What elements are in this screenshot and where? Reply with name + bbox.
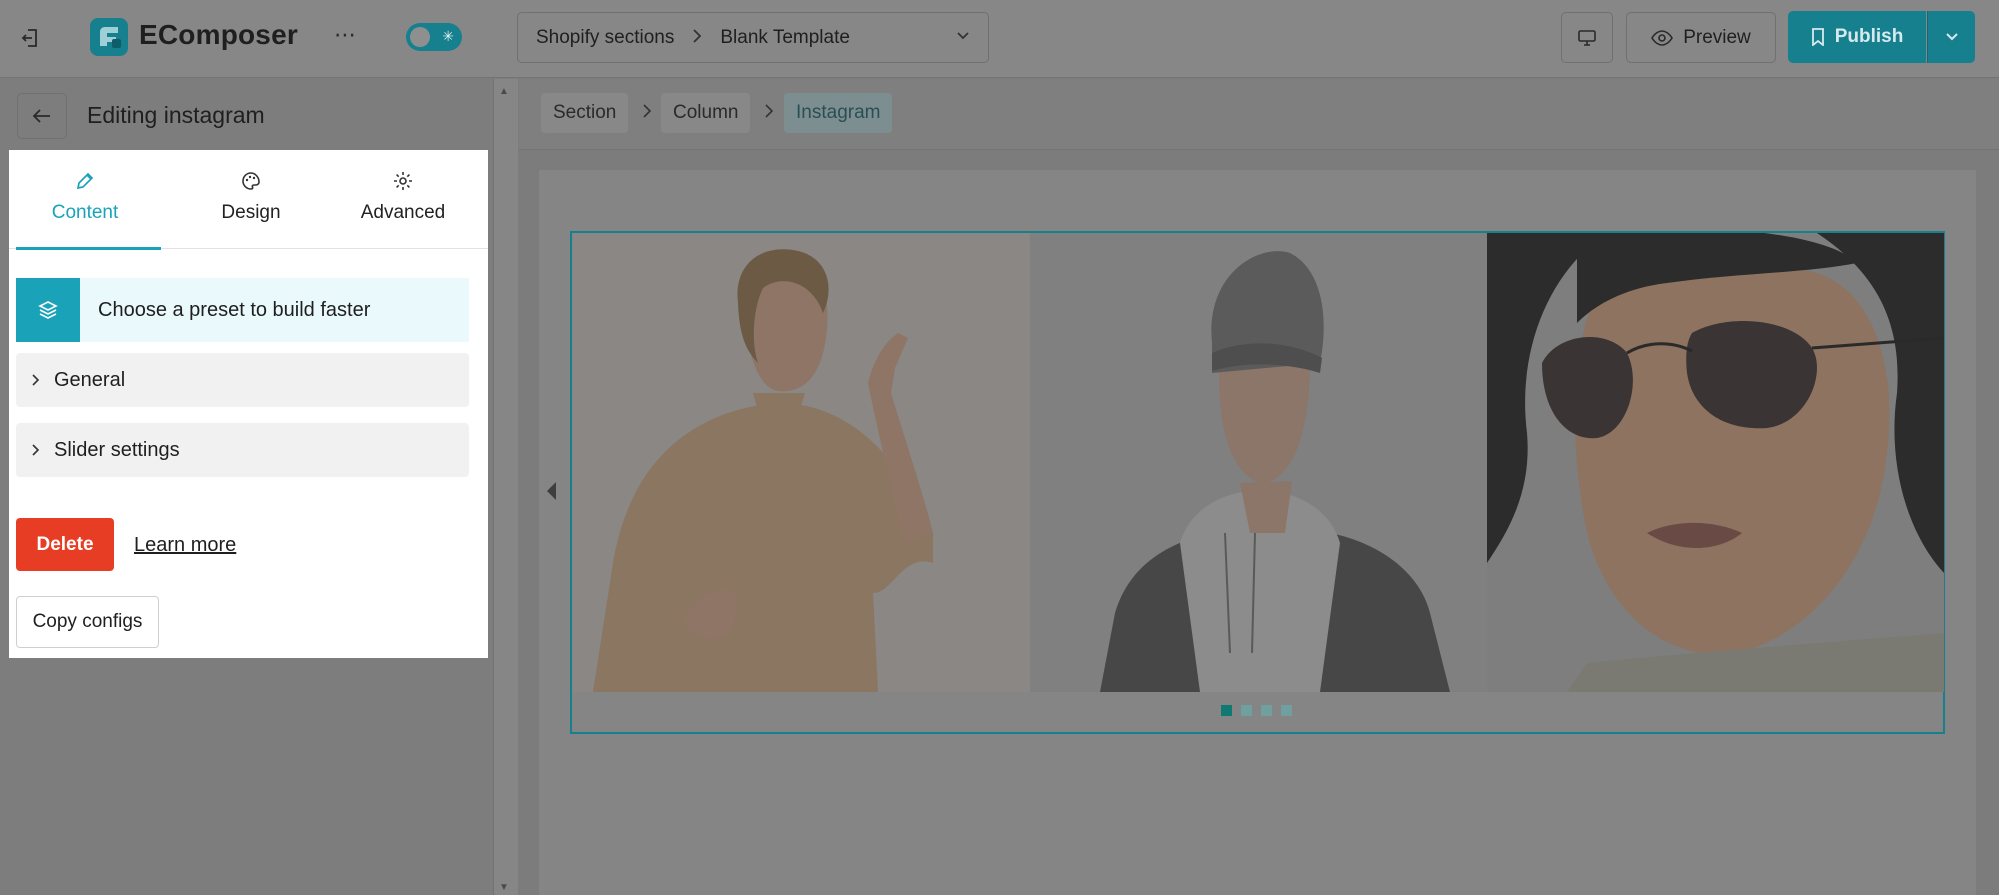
brand-name: EComposer <box>139 19 298 50</box>
pencil-icon <box>76 172 94 190</box>
scroll-down-icon[interactable]: ▼ <box>499 882 509 893</box>
chevron-right-icon <box>765 104 773 118</box>
settings-panel: Content Design Advanced Choose a preset … <box>9 150 488 658</box>
photo-man-in-grey-beanie[interactable] <box>1030 233 1487 692</box>
tab-advanced-label: Advanced <box>360 202 446 223</box>
breadcrumb-instagram[interactable]: Instagram <box>784 93 893 133</box>
publish-label: Publish <box>1834 26 1904 47</box>
general-label: General <box>54 368 126 391</box>
theme-toggle[interactable]: ✳ <box>406 23 462 51</box>
delete-button[interactable]: Delete <box>16 518 114 571</box>
slider-settings-section[interactable]: Slider settings <box>16 423 469 477</box>
learn-more-link[interactable]: Learn more <box>134 534 236 557</box>
more-options-icon[interactable]: ⋯ <box>334 22 357 48</box>
back-button[interactable] <box>17 93 67 139</box>
device-toggle-button[interactable] <box>1561 12 1613 63</box>
photo-woman-in-beige-sweater[interactable] <box>573 233 1030 692</box>
template-name: Blank Template <box>720 26 850 48</box>
arrow-left-icon <box>32 109 50 123</box>
editing-title: Editing instagram <box>87 102 265 128</box>
chevron-right-icon <box>32 374 40 386</box>
bookmark-icon <box>1811 28 1824 46</box>
slider-track <box>573 233 1944 692</box>
slider-prev-arrow[interactable] <box>547 482 556 500</box>
gear-icon <box>394 172 412 190</box>
general-section[interactable]: General <box>16 353 469 407</box>
tab-design-label: Design <box>221 202 281 223</box>
template-selector[interactable]: Shopify sections Blank Template <box>517 12 989 63</box>
settings-tabs: Content Design Advanced <box>9 150 488 250</box>
tab-design[interactable]: Design <box>175 150 327 249</box>
scroll-up-icon[interactable]: ▲ <box>499 86 509 97</box>
instagram-slider[interactable] <box>570 231 1945 734</box>
chevron-down-icon <box>956 27 970 49</box>
toggle-knob <box>410 27 430 47</box>
slider-dot-2[interactable] <box>1241 705 1252 716</box>
chevron-right-icon <box>692 27 702 49</box>
template-scope: Shopify sections <box>536 26 675 48</box>
slider-dot-3[interactable] <box>1261 705 1272 716</box>
palette-icon <box>242 172 260 190</box>
layers-icon <box>16 278 80 342</box>
publish-dropdown-button[interactable] <box>1927 11 1975 63</box>
sidebar-scrollbar[interactable] <box>493 79 518 895</box>
exit-icon[interactable] <box>10 18 50 58</box>
slider-dot-4[interactable] <box>1281 705 1292 716</box>
chevron-right-icon <box>32 444 40 456</box>
publish-button[interactable]: Publish <box>1788 11 1926 63</box>
preset-text: Choose a preset to build faster <box>98 298 371 321</box>
slider-pagination <box>1221 705 1292 716</box>
tab-content[interactable]: Content <box>9 150 161 250</box>
preview-label: Preview <box>1683 26 1751 48</box>
eye-icon <box>1651 29 1674 46</box>
desktop-icon <box>1578 29 1596 46</box>
photo-woman-in-sunglasses[interactable] <box>1487 233 1944 692</box>
chevron-down-icon <box>1945 33 1958 41</box>
copy-configs-button[interactable]: Copy configs <box>16 596 159 648</box>
tab-content-label: Content <box>51 202 119 223</box>
preset-banner[interactable]: Choose a preset to build faster <box>16 278 469 342</box>
breadcrumb-section[interactable]: Section <box>541 93 629 133</box>
ecomposer-logo <box>90 18 128 56</box>
top-bar: EComposer ⋯ ✳ Shopify sections Blank Tem… <box>0 0 1999 78</box>
slider-settings-label: Slider settings <box>54 438 180 461</box>
breadcrumb: Section Column Instagram <box>519 79 1999 150</box>
chevron-right-icon <box>643 104 651 118</box>
sun-icon: ✳ <box>442 28 454 44</box>
breadcrumb-column[interactable]: Column <box>661 93 751 133</box>
preview-button[interactable]: Preview <box>1626 12 1776 63</box>
slider-dot-1[interactable] <box>1221 705 1232 716</box>
tab-advanced[interactable]: Advanced <box>327 150 479 249</box>
